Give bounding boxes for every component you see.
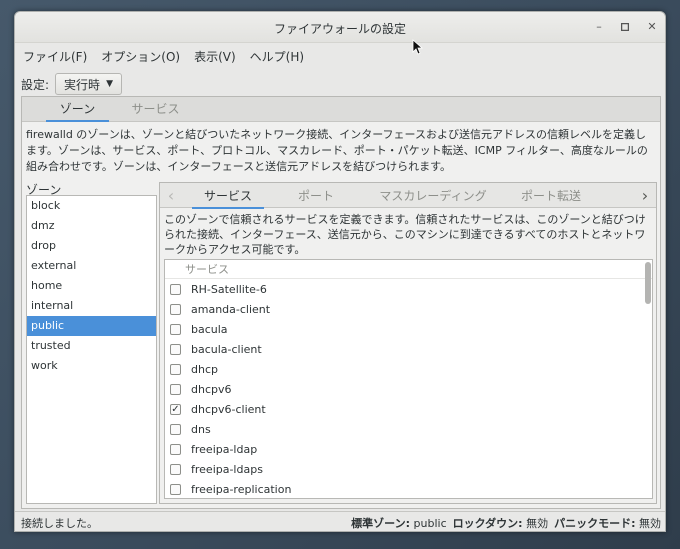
config-dropdown[interactable]: 実行時 ▼ xyxy=(55,73,122,95)
service-row[interactable]: dns xyxy=(165,419,652,439)
zone-item-home[interactable]: home xyxy=(27,276,156,296)
close-button[interactable]: ✕ xyxy=(645,20,659,34)
lockdown-label: ロックダウン: xyxy=(452,516,523,530)
subtab-ports[interactable]: ポート xyxy=(280,187,352,204)
service-row[interactable]: dhcp xyxy=(165,359,652,379)
service-name: RH-Satellite-6 xyxy=(191,282,267,296)
service-checkbox[interactable] xyxy=(170,483,181,495)
service-checkbox[interactable] xyxy=(170,443,181,455)
zone-item-work[interactable]: work xyxy=(27,356,156,376)
maximize-button[interactable] xyxy=(618,20,632,34)
zone-item-block[interactable]: block xyxy=(27,196,156,216)
service-row[interactable]: dhcpv6 xyxy=(165,379,652,399)
services-list: サービス RH-Satellite-6 amanda-client bacula ba… xyxy=(164,259,653,499)
service-name: bacula-client xyxy=(191,342,262,356)
service-name: dns xyxy=(191,422,211,436)
chevron-down-icon: ▼ xyxy=(106,79,113,89)
scrollbar[interactable] xyxy=(645,262,651,304)
zones-list: block dmz drop external home internal public tr… xyxy=(26,195,157,504)
status-message: 接続しました。 xyxy=(21,516,98,530)
service-name: freeipa-ldaps xyxy=(191,462,263,476)
service-name: bacula xyxy=(191,322,228,336)
services-rows: RH-Satellite-6 amanda-client bacula bacula-… xyxy=(165,279,652,498)
firewall-window: ファイアウォールの設定 – ✕ ファイル(F) オプション(O) 表示(V) ヘ… xyxy=(14,11,666,532)
zone-item-public[interactable]: public xyxy=(27,316,156,336)
subtab-port-forwarding[interactable]: ポート転送 xyxy=(514,187,588,204)
service-row[interactable]: freeipa-ldap xyxy=(165,439,652,459)
service-row[interactable]: ✓ dhcpv6-client xyxy=(165,399,652,419)
service-row[interactable]: bacula xyxy=(165,319,652,339)
service-checkbox[interactable] xyxy=(170,343,181,355)
service-checkbox[interactable] xyxy=(170,423,181,435)
zone-item-dmz[interactable]: dmz xyxy=(27,216,156,236)
service-row[interactable]: freeipa-replication xyxy=(165,479,652,498)
default-zone-label: 標準ゾーン: xyxy=(351,516,411,530)
service-name: amanda-client xyxy=(191,302,271,316)
menu-view[interactable]: 表示(V) xyxy=(194,48,236,65)
panic-value: 無効 xyxy=(639,516,661,530)
minimize-button[interactable]: – xyxy=(592,20,606,34)
service-name: freeipa-ldap xyxy=(191,442,258,456)
service-checkbox[interactable] xyxy=(170,463,181,475)
service-checkbox[interactable] xyxy=(170,363,181,375)
config-label: 設定: xyxy=(21,77,50,92)
service-name: dhcpv6-client xyxy=(191,402,266,416)
chevron-left-icon[interactable]: ‹ xyxy=(160,186,182,205)
sub-tabs: ‹ サービス ポート マスカレーディング ポート転送 › xyxy=(160,183,656,209)
zone-item-external[interactable]: external xyxy=(27,256,156,276)
service-name: freeipa-replication xyxy=(191,482,292,496)
top-tabs: ゾーン サービス xyxy=(22,97,660,122)
service-name: dhcp xyxy=(191,362,218,376)
menubar: ファイル(F) オプション(O) 表示(V) ヘルプ(H) xyxy=(15,43,665,69)
titlebar[interactable]: ファイアウォールの設定 – ✕ xyxy=(15,12,665,43)
maximize-icon xyxy=(620,22,630,32)
config-row: 設定: 実行時 ▼ xyxy=(15,69,665,99)
zones-description: firewalld のゾーンは、ゾーンと結びついたネットワーク接続、インターフェ… xyxy=(26,128,648,173)
service-checkbox[interactable] xyxy=(170,283,181,295)
zone-settings-panel: ‹ サービス ポート マスカレーディング ポート転送 › このゾーンで信頼される… xyxy=(159,182,657,504)
services-column-header[interactable]: サービス xyxy=(165,260,652,279)
lockdown-value: 無効 xyxy=(526,516,549,530)
status-right: 標準ゾーン: public ロックダウン: 無効 パニックモード: 無効 xyxy=(351,515,661,531)
service-row[interactable]: amanda-client xyxy=(165,299,652,319)
main-frame: ゾーン サービス firewalld のゾーンは、ゾーンと結びついたネットワーク… xyxy=(21,96,661,509)
tab-services[interactable]: サービス xyxy=(118,97,193,121)
service-row[interactable]: RH-Satellite-6 xyxy=(165,279,652,299)
chevron-right-icon[interactable]: › xyxy=(634,186,656,205)
subtab-masquerading[interactable]: マスカレーディング xyxy=(368,187,498,204)
tab-zones[interactable]: ゾーン xyxy=(40,97,115,122)
menu-options[interactable]: オプション(O) xyxy=(101,48,180,65)
zone-item-trusted[interactable]: trusted xyxy=(27,336,156,356)
zone-item-drop[interactable]: drop xyxy=(27,236,156,256)
service-name: dhcpv6 xyxy=(191,382,232,396)
menu-file[interactable]: ファイル(F) xyxy=(23,48,87,65)
config-value: 実行時 xyxy=(64,77,101,92)
default-zone-value: public xyxy=(413,516,447,530)
service-row[interactable]: freeipa-ldaps xyxy=(165,459,652,479)
service-checkbox[interactable] xyxy=(170,383,181,395)
zone-item-internal[interactable]: internal xyxy=(27,296,156,316)
services-description: このゾーンで信頼されるサービスを定義できます。信頼されたサービスは、このゾーンと… xyxy=(164,213,646,256)
service-checkbox[interactable] xyxy=(170,323,181,335)
panic-label: パニックモード: xyxy=(554,516,636,530)
window-title: ファイアウォールの設定 xyxy=(273,22,406,36)
service-checkbox[interactable]: ✓ xyxy=(170,403,181,415)
subtab-services[interactable]: サービス xyxy=(192,187,264,209)
menu-help[interactable]: ヘルプ(H) xyxy=(250,48,304,65)
service-checkbox[interactable] xyxy=(170,303,181,315)
statusbar: 接続しました。 標準ゾーン: public ロックダウン: 無効 パニックモード… xyxy=(15,511,665,531)
service-row[interactable]: bacula-client xyxy=(165,339,652,359)
mouse-cursor-icon xyxy=(412,39,424,55)
